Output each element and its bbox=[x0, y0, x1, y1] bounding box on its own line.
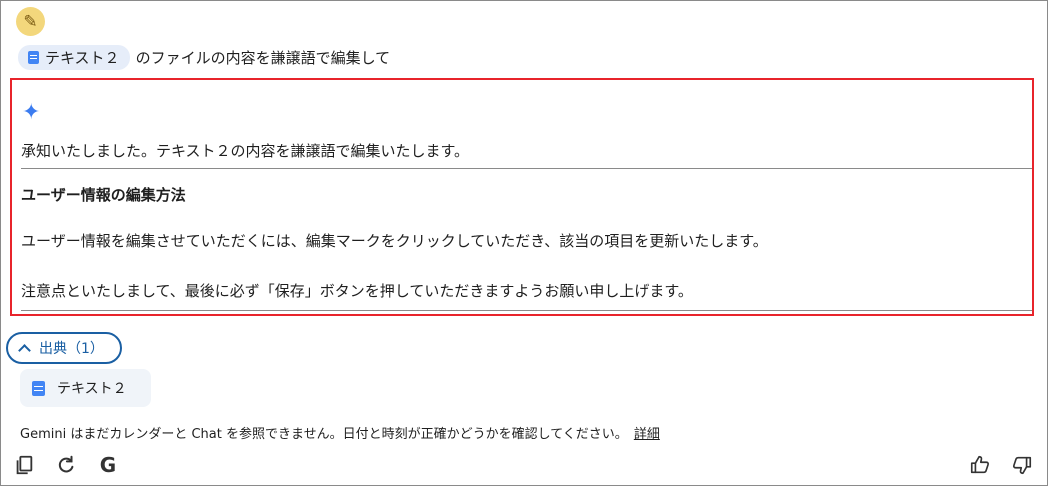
chevron-up-icon bbox=[18, 343, 31, 357]
response-intro: 承知いたしました。テキスト２の内容を謙譲語で編集いたします。 bbox=[21, 142, 470, 160]
disclaimer-text: Gemini はまだカレンダーと Chat を参照できません。日付と時刻が正確か… bbox=[20, 427, 628, 442]
divider bbox=[21, 168, 1032, 169]
sources-toggle-button[interactable]: 出典（1） bbox=[6, 332, 122, 364]
user-avatar-icon: ✎ bbox=[16, 7, 45, 36]
sparkle-icon: ✦ bbox=[22, 100, 41, 125]
doc-icon bbox=[28, 50, 39, 64]
thumbs-up-icon[interactable] bbox=[968, 453, 992, 477]
google-label: G bbox=[99, 453, 117, 477]
disclaimer: Gemini はまだカレンダーと Chat を参照できません。日付と時刻が正確か… bbox=[20, 423, 660, 442]
details-link[interactable]: 詳細 bbox=[634, 427, 660, 442]
prompt-text: のファイルの内容を謙譲語で編集して bbox=[135, 48, 391, 67]
file-chip[interactable]: テキスト２ bbox=[18, 44, 130, 70]
user-prompt: テキスト２ のファイルの内容を謙譲語で編集して bbox=[18, 44, 391, 70]
response-block: ✦ 承知いたしました。テキスト２の内容を謙譲語で編集いたします。 ユーザー情報の… bbox=[10, 78, 1034, 316]
response-heading: ユーザー情報の編集方法 bbox=[21, 186, 186, 204]
refresh-icon[interactable] bbox=[54, 453, 78, 477]
divider bbox=[21, 310, 1032, 311]
response-actions: G bbox=[12, 453, 120, 477]
source-item[interactable]: テキスト２ bbox=[20, 369, 151, 407]
source-item-label: テキスト２ bbox=[57, 381, 127, 397]
file-chip-label: テキスト２ bbox=[45, 48, 120, 67]
feedback-actions bbox=[968, 453, 1034, 477]
copy-icon[interactable] bbox=[12, 453, 36, 477]
sources-toggle-label: 出典（1） bbox=[39, 341, 104, 357]
response-paragraph: 注意点といたしまして、最後に必ず「保存」ボタンを押していただきますようお願い申し… bbox=[21, 282, 693, 300]
google-icon[interactable]: G bbox=[96, 453, 120, 477]
doc-icon bbox=[32, 380, 45, 396]
response-paragraph: ユーザー情報を編集させていただくには、編集マークをクリックしていただき、該当の項… bbox=[21, 232, 768, 250]
thumbs-down-icon[interactable] bbox=[1010, 453, 1034, 477]
